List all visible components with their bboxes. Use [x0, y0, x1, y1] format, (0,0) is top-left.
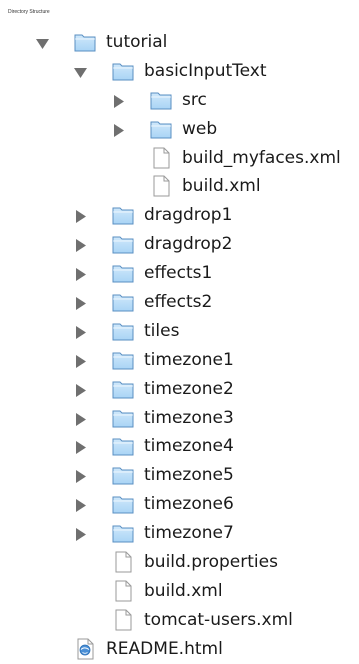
folder-icon	[149, 89, 173, 111]
tree-row-build-myfaces-xml[interactable]: build_myfaces.xml	[0, 144, 359, 173]
disclosure-triangle-collapsed-icon[interactable]	[74, 499, 87, 513]
disclosure-triangle-collapsed-icon[interactable]	[74, 441, 87, 455]
tree-row-dragdrop2[interactable]: dragdrop2	[0, 230, 359, 259]
disclosure-triangle-collapsed-icon[interactable]	[74, 325, 87, 339]
tree-row-timezone6[interactable]: timezone6	[0, 490, 359, 519]
tree-item-label: timezone3	[144, 407, 234, 428]
disclosure-triangle-collapsed-icon[interactable]	[74, 297, 87, 311]
tree-item-label: effects2	[144, 292, 213, 313]
tree-item-label: build.xml	[144, 580, 223, 601]
tree-item-label: timezone2	[144, 378, 234, 399]
file-icon	[111, 580, 135, 602]
file-icon	[149, 175, 173, 197]
disclosure-triangle-collapsed-icon[interactable]	[112, 123, 125, 137]
folder-icon	[111, 233, 135, 255]
tree-item-label: build.xml	[182, 176, 261, 197]
tree-row-basicinputtext[interactable]: basicInputText	[0, 57, 359, 86]
tree-row-effects1[interactable]: effects1	[0, 259, 359, 288]
folder-icon	[111, 262, 135, 284]
tree-row-effects2[interactable]: effects2	[0, 288, 359, 317]
folder-icon	[111, 435, 135, 457]
tree-row-dragdrop1[interactable]: dragdrop1	[0, 201, 359, 230]
folder-icon	[111, 378, 135, 400]
disclosure-triangle-collapsed-icon[interactable]	[74, 210, 87, 224]
tree-item-label: tomcat-users.xml	[144, 609, 293, 630]
tree-item-label: build_myfaces.xml	[182, 147, 341, 168]
tree-item-label: timezone7	[144, 523, 234, 544]
disclosure-triangle-collapsed-icon[interactable]	[74, 383, 87, 397]
tree-row-tutorial[interactable]: tutorial	[0, 28, 359, 57]
tree-item-label: effects1	[144, 263, 213, 284]
page-caption: Directory Structure	[8, 9, 50, 15]
tree-row-timezone5[interactable]: timezone5	[0, 461, 359, 490]
tree-item-label: timezone5	[144, 465, 234, 486]
tree-row-tiles[interactable]: tiles	[0, 317, 359, 346]
disclosure-triangle-collapsed-icon[interactable]	[74, 268, 87, 282]
directory-tree: tutorial basicInputText src web build_myface…	[0, 28, 359, 664]
folder-icon	[149, 118, 173, 140]
folder-icon	[111, 493, 135, 515]
disclosure-triangle-collapsed-icon[interactable]	[74, 470, 87, 484]
file-icon	[111, 551, 135, 573]
tree-row-timezone7[interactable]: timezone7	[0, 519, 359, 548]
tree-row-timezone2[interactable]: timezone2	[0, 375, 359, 404]
tree-item-label: dragdrop1	[144, 205, 233, 226]
file-icon	[149, 147, 173, 169]
tree-item-label: timezone1	[144, 349, 234, 370]
disclosure-triangle-collapsed-icon[interactable]	[74, 412, 87, 426]
tree-row-build-properties[interactable]: build.properties	[0, 548, 359, 577]
disclosure-triangle-collapsed-icon[interactable]	[74, 528, 87, 542]
tree-item-label: tutorial	[106, 32, 168, 52]
tree-row-timezone3[interactable]: timezone3	[0, 404, 359, 433]
tree-row-tomcat-users-xml[interactable]: tomcat-users.xml	[0, 606, 359, 635]
tree-item-label: build.properties	[144, 552, 278, 573]
folder-icon	[111, 204, 135, 226]
tree-item-label: basicInputText	[144, 60, 267, 81]
tree-item-label: timezone4	[144, 436, 234, 457]
disclosure-triangle-collapsed-icon[interactable]	[74, 239, 87, 253]
disclosure-triangle-expanded-icon[interactable]	[74, 66, 87, 79]
tree-item-label: web	[182, 118, 218, 139]
tree-row-build-xml[interactable]: build.xml	[0, 172, 359, 201]
tree-row-timezone1[interactable]: timezone1	[0, 346, 359, 375]
tree-row-timezone4[interactable]: timezone4	[0, 432, 359, 461]
folder-icon	[111, 320, 135, 342]
tree-item-label: tiles	[144, 320, 180, 341]
tree-item-label: dragdrop2	[144, 234, 233, 255]
disclosure-triangle-collapsed-icon[interactable]	[112, 94, 125, 108]
tree-item-label: timezone6	[144, 494, 234, 515]
tree-row-web[interactable]: web	[0, 115, 359, 144]
folder-icon	[111, 291, 135, 313]
tree-item-label: src	[182, 89, 207, 110]
tree-row-src[interactable]: src	[0, 86, 359, 115]
file-icon	[111, 609, 135, 631]
folder-icon	[111, 522, 135, 544]
disclosure-triangle-collapsed-icon[interactable]	[74, 354, 87, 368]
tree-item-label: README.html	[106, 638, 223, 659]
html-file-icon	[73, 638, 97, 660]
tree-row-readme-html[interactable]: README.html	[0, 635, 359, 664]
folder-icon	[111, 407, 135, 429]
tree-row-build-xml[interactable]: build.xml	[0, 577, 359, 606]
folder-icon	[111, 464, 135, 486]
folder-icon	[111, 349, 135, 371]
folder-icon	[73, 31, 97, 53]
folder-icon	[111, 60, 135, 82]
disclosure-triangle-expanded-icon[interactable]	[36, 37, 49, 50]
